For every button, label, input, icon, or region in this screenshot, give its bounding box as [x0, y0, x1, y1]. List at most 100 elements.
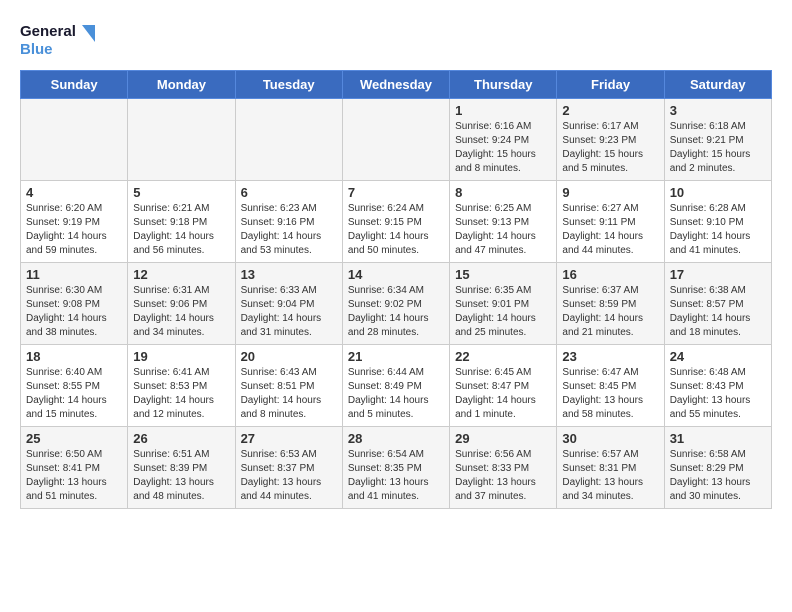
calendar-cell [21, 99, 128, 181]
calendar-cell: 23 Sunrise: 6:47 AM Sunset: 8:45 PM Dayli… [557, 345, 664, 427]
calendar-cell: 25Sunrise: 6:50 AM Sunset: 8:41 PM Dayli… [21, 427, 128, 509]
header-friday: Friday [557, 71, 664, 99]
day-info: Sunrise: 6:43 AM Sunset: 8:51 PM Dayligh… [241, 366, 337, 422]
calendar-cell: 19Sunrise: 6:41 AM Sunset: 8:53 PM Dayli… [128, 345, 235, 427]
day-number: 13 [241, 267, 337, 282]
day-info: Sunrise: 6:58 AM Sunset: 8:29 PM Dayligh… [670, 448, 766, 504]
day-info: Sunrise: 6:56 AM Sunset: 8:33 PM Dayligh… [455, 448, 551, 504]
day-number: 23 [562, 349, 658, 364]
calendar-cell: 9 Sunrise: 6:27 AM Sunset: 9:11 PM Daylig… [557, 181, 664, 263]
day-info: Sunrise: 6:30 AM Sunset: 9:08 PM Dayligh… [26, 284, 122, 340]
day-number: 27 [241, 431, 337, 446]
calendar-cell: 20 Sunrise: 6:43 AM Sunset: 8:51 PM Dayli… [235, 345, 342, 427]
day-number: 7 [348, 185, 444, 200]
day-info: Sunrise: 6:20 AM Sunset: 9:19 PM Dayligh… [26, 202, 122, 258]
calendar-week-5: 25Sunrise: 6:50 AM Sunset: 8:41 PM Dayli… [21, 427, 772, 509]
calendar-cell: 7 Sunrise: 6:24 AM Sunset: 9:15 PM Daylig… [342, 181, 449, 263]
day-info: Sunrise: 6:48 AM Sunset: 8:43 PM Dayligh… [670, 366, 766, 422]
calendar-cell: 31Sunrise: 6:58 AM Sunset: 8:29 PM Dayli… [664, 427, 771, 509]
header-sunday: Sunday [21, 71, 128, 99]
header-thursday: Thursday [450, 71, 557, 99]
day-info: Sunrise: 6:34 AM Sunset: 9:02 PM Dayligh… [348, 284, 444, 340]
calendar-cell: 13 Sunrise: 6:33 AM Sunset: 9:04 PM Dayli… [235, 263, 342, 345]
day-info: Sunrise: 6:28 AM Sunset: 9:10 PM Dayligh… [670, 202, 766, 258]
day-number: 10 [670, 185, 766, 200]
calendar-cell: 26 Sunrise: 6:51 AM Sunset: 8:39 PM Dayli… [128, 427, 235, 509]
header-saturday: Saturday [664, 71, 771, 99]
day-info: Sunrise: 6:27 AM Sunset: 9:11 PM Dayligh… [562, 202, 658, 258]
day-number: 18 [26, 349, 122, 364]
day-number: 19 [133, 349, 229, 364]
day-number: 28 [348, 431, 444, 446]
day-number: 22 [455, 349, 551, 364]
day-info: Sunrise: 6:21 AM Sunset: 9:18 PM Dayligh… [133, 202, 229, 258]
calendar-cell: 4 Sunrise: 6:20 AM Sunset: 9:19 PM Daylig… [21, 181, 128, 263]
day-info: Sunrise: 6:23 AM Sunset: 9:16 PM Dayligh… [241, 202, 337, 258]
calendar-cell: 10 Sunrise: 6:28 AM Sunset: 9:10 PM Dayli… [664, 181, 771, 263]
day-number: 11 [26, 267, 122, 282]
day-info: Sunrise: 6:40 AM Sunset: 8:55 PM Dayligh… [26, 366, 122, 422]
day-info: Sunrise: 6:44 AM Sunset: 8:49 PM Dayligh… [348, 366, 444, 422]
calendar-week-3: 11 Sunrise: 6:30 AM Sunset: 9:08 PM Dayli… [21, 263, 772, 345]
day-number: 6 [241, 185, 337, 200]
day-info: Sunrise: 6:17 AM Sunset: 9:23 PM Dayligh… [562, 120, 658, 176]
day-info: Sunrise: 6:47 AM Sunset: 8:45 PM Dayligh… [562, 366, 658, 422]
header-monday: Monday [128, 71, 235, 99]
day-number: 4 [26, 185, 122, 200]
logo-svg: GeneralBlue [20, 20, 100, 60]
day-info: Sunrise: 6:37 AM Sunset: 8:59 PM Dayligh… [562, 284, 658, 340]
calendar-week-2: 4 Sunrise: 6:20 AM Sunset: 9:19 PM Daylig… [21, 181, 772, 263]
day-info: Sunrise: 6:31 AM Sunset: 9:06 PM Dayligh… [133, 284, 229, 340]
calendar-cell: 21Sunrise: 6:44 AM Sunset: 8:49 PM Dayli… [342, 345, 449, 427]
calendar-cell: 14 Sunrise: 6:34 AM Sunset: 9:02 PM Dayli… [342, 263, 449, 345]
svg-text:Blue: Blue [20, 41, 53, 58]
calendar-cell: 29 Sunrise: 6:56 AM Sunset: 8:33 PM Dayli… [450, 427, 557, 509]
day-number: 5 [133, 185, 229, 200]
day-info: Sunrise: 6:35 AM Sunset: 9:01 PM Dayligh… [455, 284, 551, 340]
day-info: Sunrise: 6:51 AM Sunset: 8:39 PM Dayligh… [133, 448, 229, 504]
calendar-cell: 12 Sunrise: 6:31 AM Sunset: 9:06 PM Dayli… [128, 263, 235, 345]
page-header: GeneralBlue [20, 20, 772, 60]
calendar-cell: 6 Sunrise: 6:23 AM Sunset: 9:16 PM Daylig… [235, 181, 342, 263]
day-number: 20 [241, 349, 337, 364]
day-info: Sunrise: 6:16 AM Sunset: 9:24 PM Dayligh… [455, 120, 551, 176]
calendar-week-4: 18 Sunrise: 6:40 AM Sunset: 8:55 PM Dayli… [21, 345, 772, 427]
calendar-cell: 5 Sunrise: 6:21 AM Sunset: 9:18 PM Daylig… [128, 181, 235, 263]
day-info: Sunrise: 6:24 AM Sunset: 9:15 PM Dayligh… [348, 202, 444, 258]
calendar-cell: 22 Sunrise: 6:45 AM Sunset: 8:47 PM Dayli… [450, 345, 557, 427]
svg-text:General: General [20, 23, 76, 40]
calendar-cell: 11 Sunrise: 6:30 AM Sunset: 9:08 PM Dayli… [21, 263, 128, 345]
day-number: 12 [133, 267, 229, 282]
calendar-cell: 16Sunrise: 6:37 AM Sunset: 8:59 PM Dayli… [557, 263, 664, 345]
calendar-cell [342, 99, 449, 181]
calendar-week-1: 1 Sunrise: 6:16 AM Sunset: 9:24 PM Daylig… [21, 99, 772, 181]
calendar-header-row: SundayMondayTuesdayWednesdayThursdayFrid… [21, 71, 772, 99]
calendar-cell: 2 Sunrise: 6:17 AM Sunset: 9:23 PM Daylig… [557, 99, 664, 181]
day-number: 2 [562, 103, 658, 118]
calendar-cell: 1 Sunrise: 6:16 AM Sunset: 9:24 PM Daylig… [450, 99, 557, 181]
day-number: 9 [562, 185, 658, 200]
calendar-cell: 17 Sunrise: 6:38 AM Sunset: 8:57 PM Dayli… [664, 263, 771, 345]
day-number: 29 [455, 431, 551, 446]
day-info: Sunrise: 6:25 AM Sunset: 9:13 PM Dayligh… [455, 202, 551, 258]
calendar-cell: 3Sunrise: 6:18 AM Sunset: 9:21 PM Daylig… [664, 99, 771, 181]
day-number: 8 [455, 185, 551, 200]
header-wednesday: Wednesday [342, 71, 449, 99]
day-info: Sunrise: 6:45 AM Sunset: 8:47 PM Dayligh… [455, 366, 551, 422]
day-info: Sunrise: 6:53 AM Sunset: 8:37 PM Dayligh… [241, 448, 337, 504]
day-number: 14 [348, 267, 444, 282]
day-number: 24 [670, 349, 766, 364]
day-info: Sunrise: 6:54 AM Sunset: 8:35 PM Dayligh… [348, 448, 444, 504]
day-info: Sunrise: 6:18 AM Sunset: 9:21 PM Dayligh… [670, 120, 766, 176]
calendar-cell [128, 99, 235, 181]
calendar-cell: 15 Sunrise: 6:35 AM Sunset: 9:01 PM Dayli… [450, 263, 557, 345]
calendar-cell: 18 Sunrise: 6:40 AM Sunset: 8:55 PM Dayli… [21, 345, 128, 427]
day-number: 1 [455, 103, 551, 118]
day-number: 26 [133, 431, 229, 446]
calendar-cell: 8 Sunrise: 6:25 AM Sunset: 9:13 PM Daylig… [450, 181, 557, 263]
day-info: Sunrise: 6:38 AM Sunset: 8:57 PM Dayligh… [670, 284, 766, 340]
header-tuesday: Tuesday [235, 71, 342, 99]
day-number: 17 [670, 267, 766, 282]
day-info: Sunrise: 6:33 AM Sunset: 9:04 PM Dayligh… [241, 284, 337, 340]
day-number: 15 [455, 267, 551, 282]
